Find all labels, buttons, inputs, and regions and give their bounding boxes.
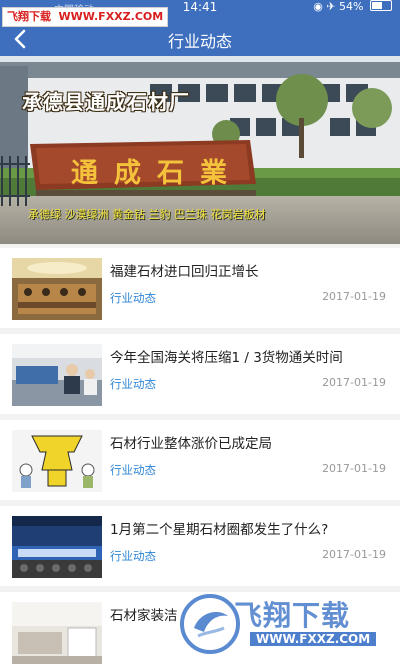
page-title: 行业动态	[167, 32, 232, 51]
article-title: 今年全国海关将压缩1 / 3货物通关时间	[110, 350, 343, 366]
banner-image[interactable]: 承德县通成石材厂 通成石業 承德绿 沙漠绿洲 黄金钻 兰豹 巴兰珠 花岗岩板材	[0, 56, 400, 244]
list-item[interactable]: 今年全国海关将压缩1 / 3货物通关时间 行业动态 2017-01-19	[0, 334, 400, 414]
banner-tags: 承德绿 沙漠绿洲 黄金钻 兰豹 巴兰珠 花岗岩板材	[28, 208, 266, 221]
watermark-brand: 飞翔下载	[234, 599, 351, 632]
watermark-bottom: 飞翔下载 WWW.FXXZ.COM	[180, 592, 400, 662]
article-thumbnail	[12, 430, 102, 492]
article-thumbnail	[12, 344, 102, 406]
signal-icon: ◉ ✈	[313, 0, 340, 13]
article-date: 2017-01-19	[322, 376, 386, 389]
battery-percent: 54%	[339, 0, 364, 13]
watermark-logo-icon	[180, 594, 240, 654]
battery-icon	[370, 0, 392, 11]
article-date: 2017-01-19	[322, 462, 386, 475]
article-title: 福建石材进口回归正增长	[110, 264, 259, 280]
article-thumbnail	[12, 516, 102, 578]
article-thumbnail	[12, 258, 102, 320]
status-right: ◉ ✈ 54%	[313, 0, 392, 13]
list-item[interactable]: 1月第二个星期石材圈都发生了什么? 行业动态 2017-01-19	[0, 506, 400, 586]
article-category[interactable]: 行业动态	[110, 462, 156, 478]
article-category[interactable]: 行业动态	[110, 376, 156, 392]
banner-sign-text: 通成石業	[71, 158, 243, 189]
banner-title: 承德县通成石材厂	[22, 90, 190, 114]
top-bar: 中国移动 14:41 ◉ ✈ 54% 飞翔下载 WWW.FXXZ.COM 行业动…	[0, 0, 400, 56]
article-date: 2017-01-19	[322, 290, 386, 303]
list-item[interactable]: 福建石材进口回归正增长 行业动态 2017-01-19	[0, 248, 400, 328]
article-title: 1月第二个星期石材圈都发生了什么?	[110, 522, 329, 538]
list-item[interactable]: 石材行业整体涨价已成定局 行业动态 2017-01-19	[0, 420, 400, 500]
watermark-url: WWW.FXXZ.COM	[250, 632, 377, 646]
article-category[interactable]: 行业动态	[110, 548, 156, 564]
article-date: 2017-01-19	[322, 548, 386, 561]
navigation-bar: 行业动态	[0, 22, 400, 56]
article-title: 石材行业整体涨价已成定局	[110, 436, 272, 452]
article-thumbnail	[12, 602, 102, 664]
article-category[interactable]: 行业动态	[110, 290, 156, 306]
